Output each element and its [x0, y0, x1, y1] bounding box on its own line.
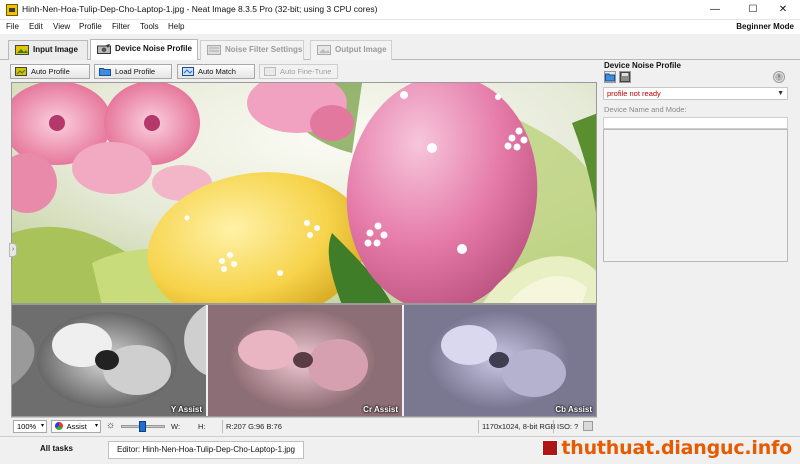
status-divider — [222, 420, 223, 433]
load-profile-button[interactable]: Load Profile — [94, 64, 172, 79]
fine-tune-icon — [264, 67, 276, 76]
beginner-mode-toggle[interactable]: Beginner Mode — [736, 22, 794, 31]
help-icon — [775, 73, 783, 81]
tab-device-noise-profile[interactable]: Device Noise Profile — [90, 39, 198, 61]
auto-profile-icon — [15, 67, 27, 76]
y-assist-label: Y Assist — [170, 405, 202, 414]
cr-channel-preview[interactable]: Cr Assist — [208, 305, 402, 416]
easter-eggs-photo — [12, 83, 596, 303]
folder-icon — [99, 68, 111, 76]
auto-match-icon — [182, 67, 194, 76]
minimize-button[interactable]: — — [698, 0, 732, 20]
maximize-button[interactable]: ☐ — [736, 0, 770, 20]
tab-output-image[interactable]: Output Image — [310, 40, 392, 60]
auto-profile-label: Auto Profile — [31, 67, 70, 76]
color-wheel-icon — [55, 422, 63, 430]
menu-edit[interactable]: Edit — [29, 22, 43, 31]
disk-icon — [620, 72, 630, 82]
cb-channel-preview[interactable]: Cb Assist — [404, 305, 596, 416]
device-noise-profile-panel: Device Noise Profile profile not ready ▼… — [600, 60, 790, 436]
cb-channel-image — [404, 305, 596, 416]
tab-device-noise-profile-label: Device Noise Profile — [115, 44, 192, 53]
output-image-icon — [317, 45, 331, 55]
chevron-down-icon: ▾ — [94, 423, 98, 429]
bottom-bar: All tasks Editor: Hinh-Nen-Hoa-Tulip-Dep… — [0, 436, 800, 464]
height-label: H: — [198, 422, 206, 431]
folder-icon — [605, 73, 615, 82]
cr-assist-label: Cr Assist — [363, 405, 398, 414]
all-tasks-tab[interactable]: All tasks — [32, 441, 81, 459]
open-profile-icon[interactable] — [604, 71, 616, 83]
menu-profile[interactable]: Profile — [79, 22, 102, 31]
profile-notes-area[interactable] — [603, 129, 788, 262]
chevron-down-icon: ▾ — [40, 423, 44, 429]
tab-noise-filter-settings[interactable]: Noise Filter Settings — [200, 40, 304, 60]
title-bar: Hinh-Nen-Hoa-Tulip-Dep-Cho-Laptop-1.jpg … — [0, 0, 800, 20]
watermark-logo-icon — [542, 440, 559, 456]
status-bar: 100% ▾ Assist ▾ ☼ W: H: R:207 G:96 B:76 … — [11, 417, 597, 434]
panel-title: Device Noise Profile — [604, 61, 681, 70]
auto-match-button[interactable]: Auto Match — [177, 64, 255, 79]
pixel-rgb-readout: R:207 G:96 B:76 — [226, 422, 282, 431]
filter-settings-icon — [207, 45, 221, 55]
menu-tools[interactable]: Tools — [140, 22, 159, 31]
zoom-value: 100% — [17, 422, 37, 431]
iso-value: ISO: ? — [557, 422, 579, 431]
app-icon — [6, 4, 18, 16]
profile-info-icon[interactable] — [773, 71, 785, 83]
auto-match-label: Auto Match — [198, 67, 236, 76]
watermark-text: thuthuat.dianguc.info — [561, 437, 792, 459]
tab-input-image-label: Input Image — [33, 45, 78, 54]
cb-assist-label: Cb Assist — [555, 405, 592, 414]
status-divider — [478, 420, 479, 433]
menu-filter[interactable]: Filter — [112, 22, 130, 31]
device-name-field[interactable] — [603, 117, 788, 129]
brightness-slider-thumb[interactable] — [139, 421, 146, 432]
load-profile-label: Load Profile — [115, 67, 156, 76]
info-icon[interactable] — [583, 421, 593, 431]
auto-fine-tune-button[interactable]: Auto Fine-Tune — [259, 64, 338, 79]
y-channel-image — [12, 305, 206, 416]
menu-bar: File Edit View Profile Filter Tools Help… — [0, 20, 800, 34]
camera-profile-icon — [97, 44, 111, 54]
window-title: Hinh-Nen-Hoa-Tulip-Dep-Cho-Laptop-1.jpg … — [22, 4, 378, 14]
width-label: W: — [171, 422, 181, 431]
assist-dropdown[interactable]: Assist ▾ — [51, 420, 101, 433]
zoom-dropdown[interactable]: 100% ▾ — [13, 420, 47, 433]
menu-file[interactable]: File — [6, 22, 19, 31]
assist-value: Assist — [66, 422, 87, 431]
auto-fine-tune-label: Auto Fine-Tune — [280, 67, 332, 76]
y-channel-preview[interactable]: Y Assist — [12, 305, 206, 416]
workflow-tabs: Input Image Device Noise Profile Noise F… — [0, 34, 800, 61]
cr-channel-image — [208, 305, 402, 416]
status-divider — [553, 420, 554, 433]
device-name-label: Device Name and Mode: — [604, 105, 687, 114]
menu-help[interactable]: Help — [168, 22, 184, 31]
menu-view[interactable]: View — [53, 22, 70, 31]
tab-noise-filter-settings-label: Noise Filter Settings — [225, 45, 303, 54]
tab-input-image[interactable]: Input Image — [8, 40, 88, 60]
profile-status: profile not ready — [607, 89, 661, 98]
channel-previews: Y Assist Cr Assist Cb Assist — [11, 304, 597, 417]
save-profile-icon[interactable] — [619, 71, 631, 83]
preview-image[interactable] — [11, 82, 597, 304]
watermark: thuthuat.dianguc.info — [542, 437, 792, 459]
image-info: 1170x1024, 8-bit RGB — [482, 422, 556, 431]
auto-profile-button[interactable]: Auto Profile — [10, 64, 90, 79]
expand-left-arrow[interactable]: › — [9, 243, 17, 257]
brightness-icon[interactable]: ☼ — [106, 420, 115, 431]
chevron-down-icon: ▼ — [777, 90, 784, 97]
profile-status-dropdown[interactable]: profile not ready ▼ — [603, 87, 788, 100]
close-button[interactable]: ✕ — [766, 0, 800, 20]
tab-output-image-label: Output Image — [335, 45, 387, 54]
profile-toolbar: Auto Profile Load Profile Auto Match Aut… — [0, 60, 600, 82]
image-icon — [15, 45, 29, 55]
editor-tab[interactable]: Editor: Hinh-Nen-Hoa-Tulip-Dep-Cho-Lapto… — [108, 441, 305, 459]
